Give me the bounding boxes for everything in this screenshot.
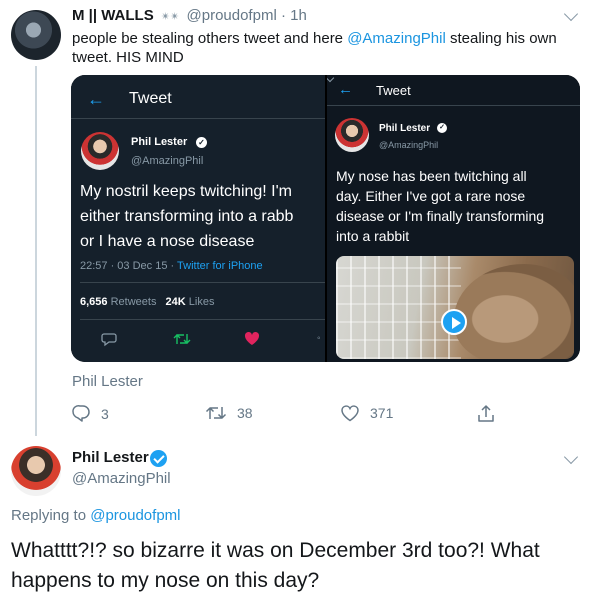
handle[interactable]: @AmazingPhil	[72, 470, 171, 487]
separator-dot: ·	[280, 7, 286, 24]
like-button[interactable]: 371	[340, 404, 393, 422]
media-panel-left: ← Tweet Phil Lester ✓ @AmazingPhil My no…	[71, 75, 325, 362]
heart-icon	[244, 331, 260, 345]
retweet-icon	[173, 334, 191, 344]
verified-icon	[150, 450, 167, 467]
panel-text-line: My nose has been twitching all	[336, 168, 527, 184]
panel-text-line: or I have a nose disease	[80, 233, 255, 250]
panel-header: Tweet	[129, 90, 172, 107]
panel-text-line: My nostril keeps twitching! I'm	[80, 183, 293, 200]
likes-label: Likes	[188, 296, 215, 308]
share-button[interactable]	[477, 404, 495, 424]
replying-to-label: Replying to	[11, 507, 91, 524]
likes-count: 24K	[165, 296, 186, 308]
tweet-header: M || WALLS ✴✴ @proudofpml · 1h	[72, 7, 307, 24]
retweet-count: 38	[237, 405, 253, 421]
divider	[71, 118, 325, 119]
avatar[interactable]	[11, 446, 61, 496]
divider	[80, 319, 325, 320]
panel-text-line: disease or I'm finally transforming	[336, 208, 545, 224]
media-panel-right: ← Tweet Phil Lester ✓ @AmazingPhil My no…	[327, 75, 580, 362]
heart-outline-icon	[341, 405, 359, 422]
panel-name: Phil Lester	[131, 136, 188, 148]
display-name[interactable]: M || WALLS	[72, 7, 154, 24]
share-icon: ◦	[317, 333, 321, 344]
display-name[interactable]: Phil Lester	[72, 449, 149, 466]
panel-text-line: either transforming into a rabb	[80, 208, 294, 225]
panel-text-line: day. Either I've got a rare nose	[336, 188, 526, 204]
rabbit-image	[454, 264, 574, 359]
replying-to: Replying to @proudofpml	[11, 507, 181, 524]
replying-to-handle[interactable]: @proudofpml	[90, 507, 180, 524]
cage-image	[336, 256, 461, 359]
tweet-text-before: people be stealing others tweet and here	[72, 30, 348, 47]
panel-name: Phil Lester	[379, 123, 431, 134]
chevron-down-icon[interactable]	[563, 6, 579, 22]
panel-meta-time: 22:57 · 03 Dec 15 ·	[80, 260, 178, 272]
retweets-count: 6,656	[80, 296, 108, 308]
reply-icon	[101, 333, 117, 347]
divider	[80, 282, 325, 283]
like-count: 371	[370, 405, 394, 421]
reply-text: Whatttt?!? so bizarre it was on December…	[11, 539, 540, 592]
avatar[interactable]	[11, 10, 61, 60]
timestamp[interactable]: 1h	[290, 7, 307, 24]
media-attribution[interactable]: Phil Lester	[72, 373, 143, 390]
handle[interactable]: @proudofpml	[187, 7, 277, 24]
avatar	[81, 132, 119, 170]
chevron-down-icon	[327, 75, 335, 83]
retweet-button[interactable]: 38	[205, 404, 253, 422]
retweets-label: Retweets	[110, 296, 157, 308]
verified-icon: ✓	[196, 137, 207, 148]
panel-meta: 22:57 · 03 Dec 15 · Twitter for iPhone	[80, 260, 263, 272]
avatar	[335, 118, 369, 152]
thread-line	[35, 66, 37, 436]
back-arrow-icon: ←	[338, 81, 353, 98]
rabbit-video-thumbnail	[336, 256, 574, 359]
divider	[327, 105, 580, 106]
panel-text-line: into a rabbit	[336, 228, 410, 244]
mention-link[interactable]: @AmazingPhil	[347, 30, 446, 47]
reply-button[interactable]: 3	[72, 404, 109, 423]
chevron-down-icon[interactable]	[563, 449, 579, 465]
reply-count: 3	[101, 405, 109, 422]
panel-handle: @AmazingPhil	[131, 155, 204, 167]
tweet-media[interactable]: ← Tweet Phil Lester ✓ @AmazingPhil My no…	[71, 75, 580, 362]
name-symbol: ✴✴	[160, 11, 180, 23]
panel-handle: @AmazingPhil	[379, 140, 439, 150]
play-icon	[441, 309, 467, 335]
verified-icon: ✓	[437, 123, 447, 133]
panel-header: Tweet	[376, 83, 411, 98]
retweet-icon	[205, 407, 227, 419]
reply-icon	[72, 405, 90, 422]
panel-stats: 6,656 Retweets 24K Likes	[80, 296, 214, 308]
back-arrow-icon: ←	[87, 89, 105, 109]
tweet-text: people be stealing others tweet and here…	[72, 29, 577, 67]
share-icon	[478, 405, 494, 422]
panel-meta-source: Twitter for iPhone	[177, 260, 263, 272]
